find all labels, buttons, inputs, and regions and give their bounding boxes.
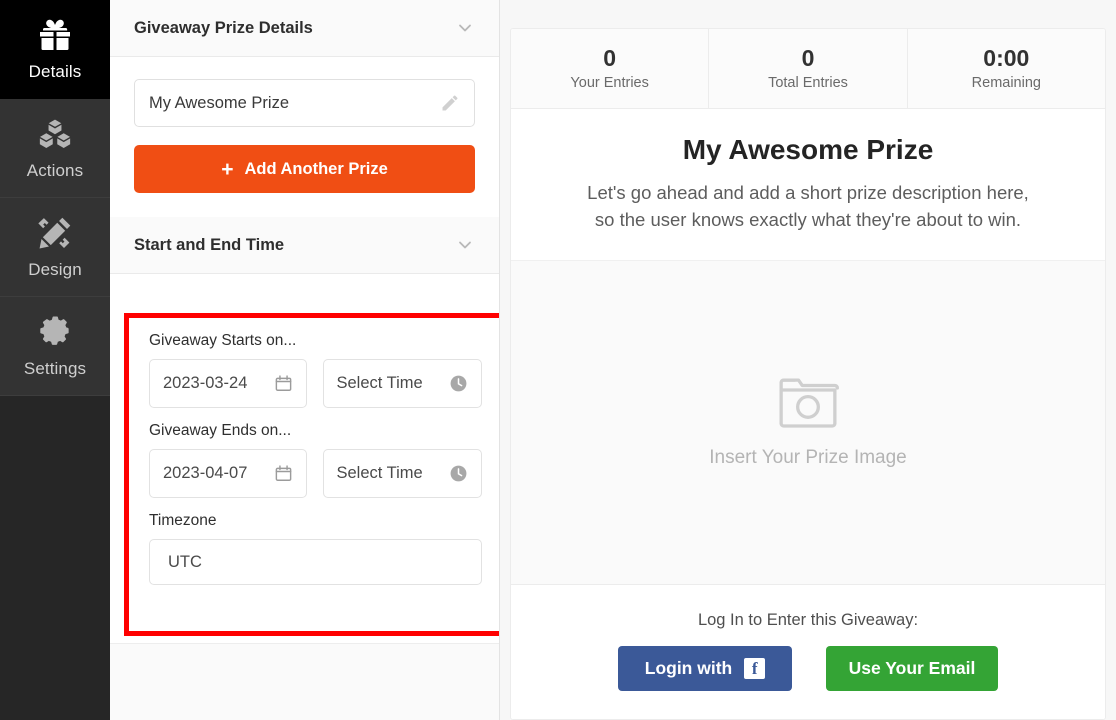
entry-stats-bar: 0 Your Entries 0 Total Entries 0:00 Rema… — [511, 29, 1105, 109]
prize-name-value: My Awesome Prize — [149, 93, 289, 112]
sidebar-item-label: Actions — [26, 160, 84, 180]
login-section: Log In to Enter this Giveaway: Login wit… — [511, 585, 1105, 719]
login-prompt: Log In to Enter this Giveaway: — [697, 611, 919, 629]
giveaway-preview-card: 0 Your Entries 0 Total Entries 0:00 Rema… — [510, 28, 1106, 720]
login-button-group: Login with f Use Your Email — [511, 646, 1105, 691]
add-another-prize-label: Add Another Prize — [244, 159, 388, 178]
plus-icon: + — [221, 157, 234, 181]
pencil-icon[interactable] — [440, 93, 460, 113]
start-date-input[interactable]: 2023-03-24 — [149, 359, 307, 408]
clock-icon — [449, 464, 468, 483]
section-title: Giveaway Prize Details — [134, 18, 313, 37]
timezone-value: UTC — [168, 552, 202, 571]
end-date-value: 2023-04-07 — [163, 464, 248, 482]
giveaway-starts-label: Giveaway Starts on... — [149, 332, 297, 349]
app-root: Details Actions Design Settings Giveaway… — [0, 0, 1116, 720]
stat-label: Total Entries — [768, 74, 848, 91]
left-nav-sidebar: Details Actions Design Settings — [0, 0, 110, 720]
start-date-value: 2023-03-24 — [163, 374, 248, 392]
prize-description: Let's go ahead and add a short prize des… — [547, 180, 1069, 234]
calendar-icon — [274, 464, 293, 483]
timezone-select[interactable]: UTC — [149, 539, 482, 585]
sidebar-item-settings[interactable]: Settings — [0, 297, 110, 396]
section-header-prize-details[interactable]: Giveaway Prize Details — [110, 0, 499, 57]
stat-total-entries: 0 Total Entries — [709, 29, 908, 108]
stat-label: Your Entries — [570, 74, 649, 91]
sidebar-item-label: Details — [28, 61, 82, 81]
prize-details-body: My Awesome Prize + Add Another Prize — [110, 57, 499, 217]
stat-label: Remaining — [971, 74, 1041, 91]
sidebar-empty-space — [0, 396, 110, 720]
start-time-input[interactable]: Select Time — [322, 359, 482, 408]
sidebar-item-details[interactable]: Details — [0, 0, 110, 99]
editor-footer-space — [110, 643, 499, 720]
pencil-ruler-icon — [37, 215, 73, 251]
prize-image-dropzone[interactable]: Insert Your Prize Image — [511, 259, 1105, 585]
end-datetime-row: 2023-04-07 Select Time — [149, 449, 482, 498]
sidebar-item-design[interactable]: Design — [0, 198, 110, 297]
timezone-label: Timezone — [149, 512, 217, 529]
prize-image-dropzone-label: Insert Your Prize Image — [709, 447, 907, 469]
stat-value: 0 — [603, 44, 617, 71]
stat-remaining: 0:00 Remaining — [908, 29, 1105, 108]
sidebar-item-label: Design — [28, 259, 82, 279]
end-time-value: Select Time — [336, 464, 423, 482]
login-with-facebook-label: Login with — [644, 658, 733, 678]
prize-description-line-2: so the user knows exactly what they're a… — [594, 208, 1022, 230]
section-header-start-end-time[interactable]: Start and End Time — [110, 217, 499, 274]
prize-name-input[interactable]: My Awesome Prize — [134, 79, 475, 127]
blocks-icon — [37, 116, 73, 152]
use-your-email-label: Use Your Email — [848, 658, 976, 678]
stat-your-entries: 0 Your Entries — [511, 29, 710, 108]
start-datetime-row: 2023-03-24 Select Time — [149, 359, 482, 408]
chevron-down-icon[interactable] — [455, 18, 475, 38]
gift-icon — [37, 17, 73, 53]
end-date-input[interactable]: 2023-04-07 — [149, 449, 307, 498]
start-time-value: Select Time — [336, 374, 423, 392]
preview-pane: 0 Your Entries 0 Total Entries 0:00 Rema… — [500, 0, 1116, 720]
section-title: Start and End Time — [134, 235, 285, 254]
use-your-email-button[interactable]: Use Your Email — [826, 646, 998, 691]
stat-value: 0 — [801, 44, 815, 71]
camera-icon — [777, 375, 839, 429]
login-with-facebook-button[interactable]: Login with f — [618, 646, 792, 691]
gear-icon — [37, 314, 73, 350]
sidebar-item-label: Settings — [23, 358, 87, 378]
start-end-time-highlight-box: Giveaway Starts on... 2023-03-24 Select … — [124, 313, 499, 636]
chevron-down-icon[interactable] — [455, 235, 475, 255]
end-time-input[interactable]: Select Time — [322, 449, 482, 498]
editor-panel: Giveaway Prize Details My Awesome Prize … — [110, 0, 500, 720]
calendar-icon — [274, 374, 293, 393]
stat-value: 0:00 — [983, 44, 1030, 71]
add-another-prize-button[interactable]: + Add Another Prize — [134, 145, 475, 193]
clock-icon — [449, 374, 468, 393]
facebook-icon: f — [744, 658, 766, 679]
prize-header: My Awesome Prize Let's go ahead and add … — [511, 109, 1105, 260]
prize-title: My Awesome Prize — [682, 134, 934, 165]
giveaway-ends-label: Giveaway Ends on... — [149, 422, 292, 439]
sidebar-item-actions[interactable]: Actions — [0, 99, 110, 198]
prize-description-line-1: Let's go ahead and add a short prize des… — [587, 182, 1029, 203]
